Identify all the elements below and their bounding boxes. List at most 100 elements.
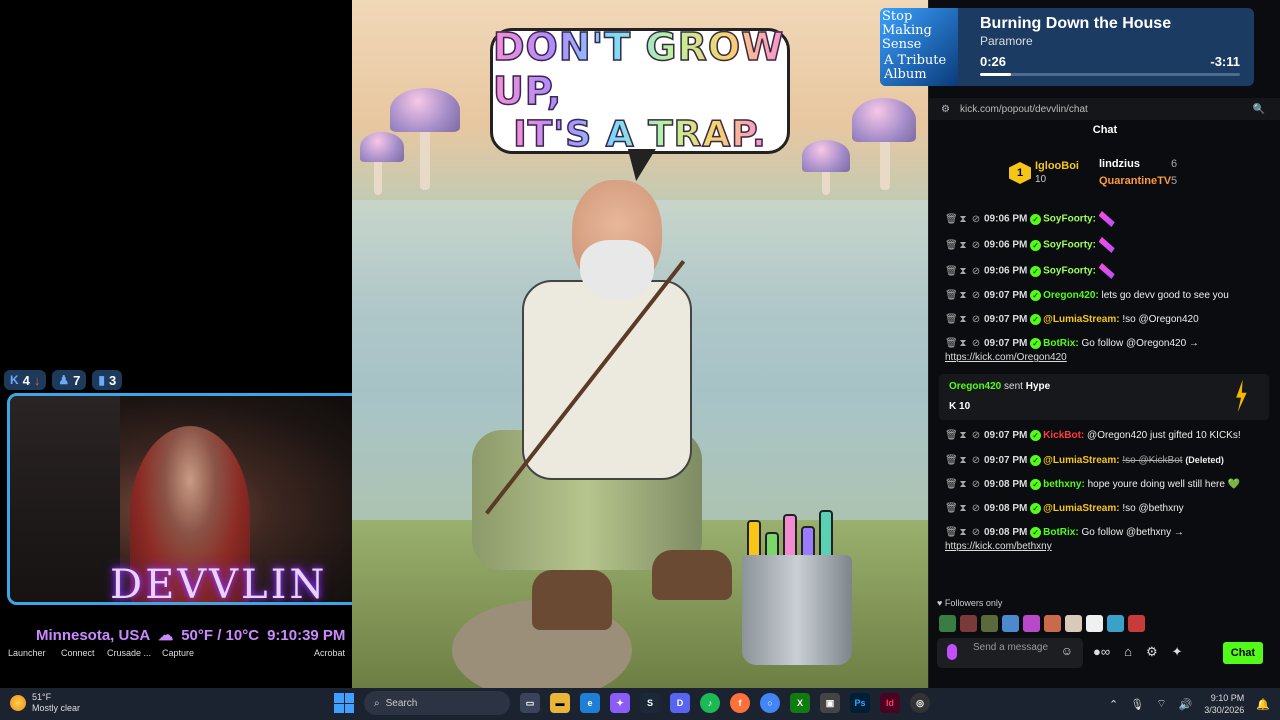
desktop-icon-launcher[interactable]: Launcher xyxy=(8,648,46,658)
desktop-icon-capture[interactable]: Capture xyxy=(162,648,194,658)
indesign-icon[interactable]: Id xyxy=(880,693,900,713)
message-username[interactable]: SoyFoorty: xyxy=(1043,240,1096,251)
delete-icon[interactable]: 🗑 xyxy=(945,454,958,468)
edge-icon[interactable]: e xyxy=(580,693,600,713)
taskbar-clock[interactable]: 9:10 PM 3/30/2026 xyxy=(1204,692,1244,716)
desktop-icon-connect[interactable]: Connect xyxy=(61,648,95,658)
ban-icon[interactable]: ⊘ xyxy=(971,502,981,516)
delete-icon[interactable]: 🗑 xyxy=(945,478,958,492)
copilot-icon[interactable]: ✦ xyxy=(610,693,630,713)
leader-third-name[interactable]: QuarantineTV xyxy=(1099,175,1171,187)
ban-icon[interactable]: ⊘ xyxy=(971,337,981,351)
message-username[interactable]: @LumiaStream: xyxy=(1043,455,1119,466)
timeout-icon[interactable]: ⧗ xyxy=(958,429,968,443)
emote[interactable] xyxy=(1044,615,1061,632)
emote[interactable] xyxy=(960,615,977,632)
ban-icon[interactable]: ⊘ xyxy=(971,265,981,279)
emote[interactable] xyxy=(1065,615,1082,632)
gift-sender[interactable]: Oregon420 xyxy=(949,381,1001,392)
ban-icon[interactable]: ⊘ xyxy=(971,478,981,492)
delete-icon[interactable]: 🗑 xyxy=(945,265,958,279)
message-username[interactable]: @LumiaStream: xyxy=(1043,314,1119,325)
timeout-icon[interactable]: ⧗ xyxy=(958,502,968,516)
steam-icon[interactable]: S xyxy=(640,693,660,713)
ban-icon[interactable]: ⊘ xyxy=(971,213,981,227)
volume-icon[interactable]: 🔊 xyxy=(1179,698,1193,711)
delete-icon[interactable]: 🗑 xyxy=(945,337,958,351)
obs-icon[interactable]: ◎ xyxy=(910,693,930,713)
chat-message[interactable]: 🗑 ⧗ ⊘ 09:07 PM ✓ Oregon420: lets go devv goo… xyxy=(939,284,1269,308)
ban-icon[interactable]: ⊘ xyxy=(971,289,981,303)
message-username[interactable]: SoyFoorty: xyxy=(1043,214,1096,225)
chat-input-placeholder[interactable]: Send a message xyxy=(973,642,1048,653)
chat-message[interactable]: 🗑 ⧗ ⊘ 09:07 PM ✓ @LumiaStream: !so @KickBot … xyxy=(939,448,1269,473)
emote[interactable] xyxy=(1002,615,1019,632)
chat-message[interactable]: 🗑 ⧗ ⊘ 09:06 PM ✓ SoyFoorty: xyxy=(939,258,1269,284)
message-username[interactable]: KickBot: xyxy=(1043,430,1084,441)
chat-message[interactable]: 🗑 ⧗ ⊘ 09:06 PM ✓ SoyFoorty: xyxy=(939,232,1269,258)
delete-icon[interactable]: 🗑 xyxy=(945,213,958,227)
timeout-icon[interactable]: ⧗ xyxy=(958,526,968,540)
chat-message[interactable]: 🗑 ⧗ ⊘ 09:07 PM ✓ @LumiaStream: !so @Oregon42… xyxy=(939,308,1269,332)
emote[interactable] xyxy=(1107,615,1124,632)
ban-icon[interactable]: ⊘ xyxy=(971,429,981,443)
delete-icon[interactable]: 🗑 xyxy=(945,313,958,327)
discord-icon[interactable]: D xyxy=(670,693,690,713)
desktop-icon-acrobat[interactable]: Acrobat xyxy=(314,648,345,658)
photoshop-icon[interactable]: Ps xyxy=(850,693,870,713)
ban-icon[interactable]: ⊘ xyxy=(971,313,981,327)
task-view-icon[interactable]: ▭ xyxy=(520,693,540,713)
microphone-icon[interactable]: 🎙 xyxy=(1130,698,1144,711)
spotify-icon[interactable]: ♪ xyxy=(700,693,720,713)
taskbar-search[interactable]: ⌕ Search xyxy=(364,691,510,715)
network-icon[interactable]: ⌔ xyxy=(1156,697,1166,711)
chrome-icon[interactable]: ○ xyxy=(760,693,780,713)
chat-message[interactable]: 🗑 ⧗ ⊘ 09:08 PM ✓ @LumiaStream: !so @bethxny xyxy=(939,497,1269,521)
timeout-icon[interactable]: ⧗ xyxy=(958,289,968,303)
delete-icon[interactable]: 🗑 xyxy=(945,502,958,516)
notification-icon[interactable]: 🔔 xyxy=(1256,698,1270,711)
emote[interactable] xyxy=(1128,615,1145,632)
browser-url-bar[interactable]: ⚙ kick.com/popout/devvlin/chat 🔍 xyxy=(929,98,1280,120)
timeout-icon[interactable]: ⧗ xyxy=(958,337,968,351)
message-link[interactable]: https://kick.com/bethxny xyxy=(945,541,1052,552)
xbox-icon[interactable]: X xyxy=(790,693,810,713)
delete-icon[interactable]: 🗑 xyxy=(945,429,958,443)
chat-message[interactable]: 🗑 ⧗ ⊘ 09:06 PM ✓ SoyFoorty: xyxy=(939,206,1269,232)
kick-bits-icon[interactable]: ●∞ xyxy=(1093,644,1110,660)
message-username[interactable]: bethxny: xyxy=(1043,479,1085,490)
leader-first-name[interactable]: IglooBoi xyxy=(1035,160,1079,172)
delete-icon[interactable]: 🗑 xyxy=(945,526,958,540)
chat-message-input[interactable]: Send a message ☺ xyxy=(937,638,1083,668)
chat-message[interactable]: 🗑 ⧗ ⊘ 09:08 PM ✓ BotRix: Go follow @bethxny … xyxy=(939,521,1269,559)
site-settings-icon[interactable]: ⚙ xyxy=(941,104,950,115)
message-username[interactable]: Oregon420: xyxy=(1043,290,1099,301)
emoji-icon[interactable]: ☺ xyxy=(1061,645,1073,657)
emote[interactable] xyxy=(939,615,956,632)
taskbar-weather[interactable]: 51°F Mostly clear xyxy=(10,692,80,714)
file-explorer-icon[interactable]: ▬ xyxy=(550,693,570,713)
timeout-icon[interactable]: ⧗ xyxy=(958,454,968,468)
chat-message[interactable]: 🗑 ⧗ ⊘ 09:08 PM ✓ bethxny: hope youre doing w… xyxy=(939,473,1269,497)
settings-icon[interactable]: ⚙ xyxy=(1146,644,1158,660)
ban-icon[interactable]: ⊘ xyxy=(971,526,981,540)
ban-icon[interactable]: ⊘ xyxy=(971,454,981,468)
message-username[interactable]: SoyFoorty: xyxy=(1043,266,1096,277)
timeout-icon[interactable]: ⧗ xyxy=(958,265,968,279)
emote[interactable] xyxy=(981,615,998,632)
app-icon[interactable]: ▣ xyxy=(820,693,840,713)
timeout-icon[interactable]: ⧗ xyxy=(958,213,968,227)
timeout-icon[interactable]: ⧗ xyxy=(958,239,968,253)
emote-picker-icon[interactable]: ✦ xyxy=(1172,644,1183,660)
desktop-icon-crusade[interactable]: Crusade ... xyxy=(107,648,151,658)
chat-message[interactable]: 🗑 ⧗ ⊘ 09:07 PM ✓ KickBot: @Oregon420 just gi… xyxy=(939,424,1269,448)
message-username[interactable]: @LumiaStream: xyxy=(1043,503,1119,514)
emote[interactable] xyxy=(1023,615,1040,632)
timeout-icon[interactable]: ⧗ xyxy=(958,478,968,492)
zoom-icon[interactable]: 🔍 xyxy=(1253,104,1265,115)
leader-second-name[interactable]: lindzius xyxy=(1099,158,1140,170)
send-chat-button[interactable]: Chat xyxy=(1223,642,1263,664)
firefox-icon[interactable]: f xyxy=(730,693,750,713)
tray-overflow-icon[interactable]: ⌃ xyxy=(1109,698,1118,711)
message-link[interactable]: https://kick.com/Oregon420 xyxy=(945,352,1067,363)
